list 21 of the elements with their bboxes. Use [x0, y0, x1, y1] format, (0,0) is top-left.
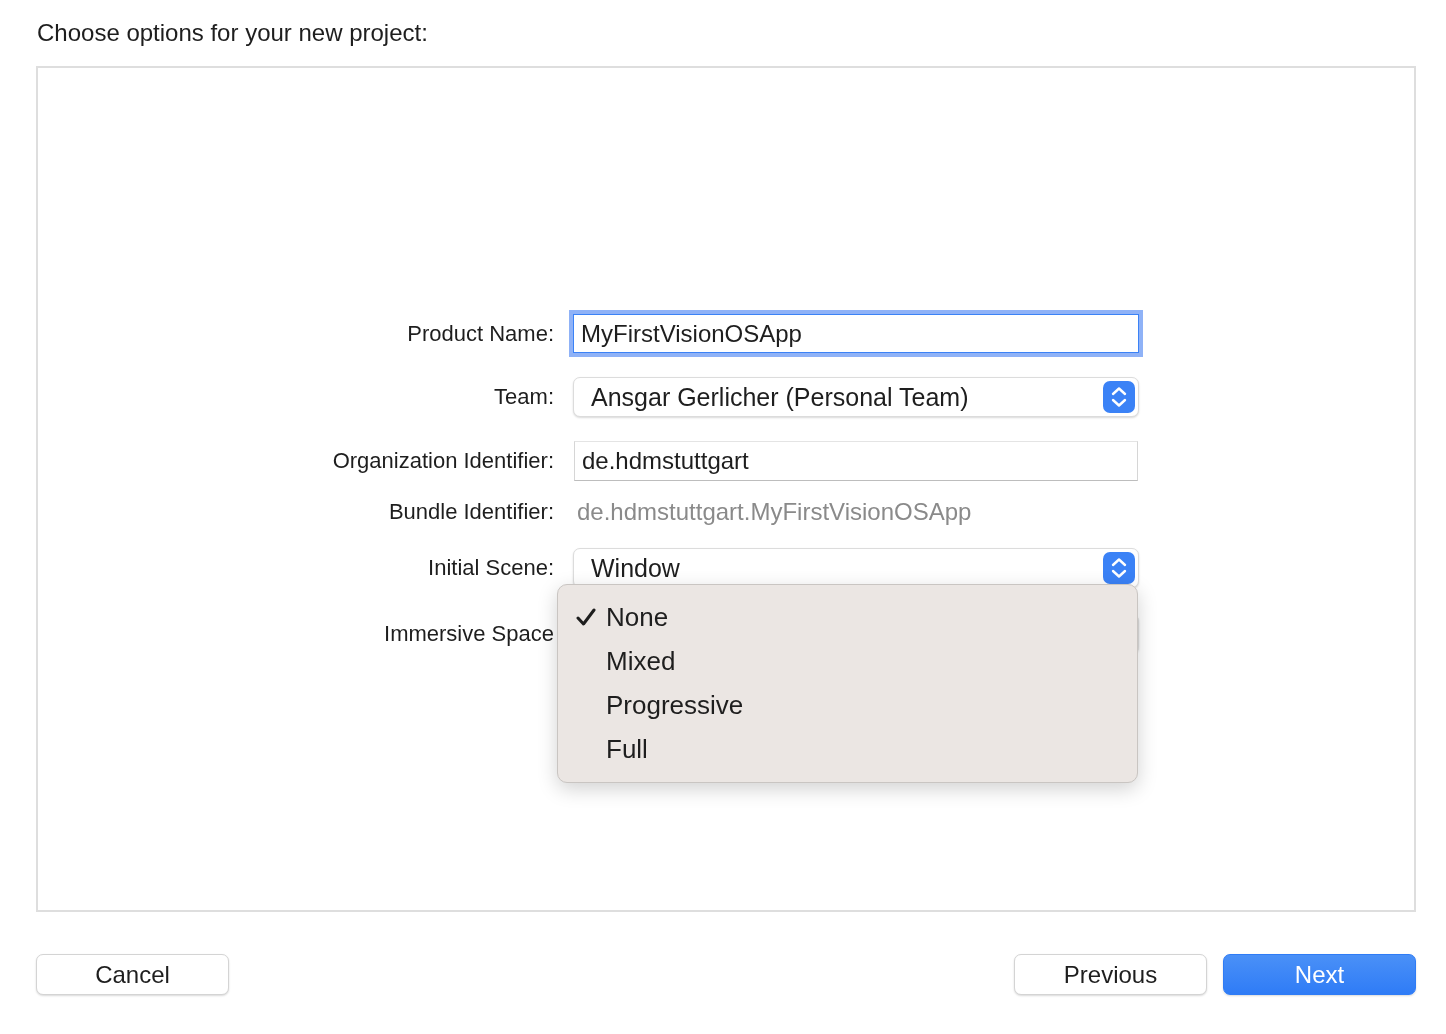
field-label: Team:: [493, 384, 554, 410]
menu-item[interactable]: Progressive: [558, 683, 1137, 727]
menu-item[interactable]: Mixed: [558, 639, 1137, 683]
field-label: Bundle Identifier:: [387, 499, 554, 525]
stepper-icon: [1103, 552, 1135, 584]
field-label: Product Name:: [406, 320, 554, 347]
dialog-title: Choose options for your new project:: [37, 18, 429, 48]
field-label: Organization Identifier:: [331, 448, 554, 474]
field-label: Immersive Space: [383, 621, 554, 647]
stepper-icon: [1103, 381, 1135, 413]
popup-button[interactable]: Ansgar Gerlicher (Personal Team): [573, 377, 1139, 417]
popup-button[interactable]: Window: [573, 548, 1139, 588]
bundle-identifier: de.hdmstuttgart.MyFirstVisionOSApp: [576, 497, 973, 527]
dialog-button[interactable]: Cancel: [36, 954, 229, 995]
dialog-button[interactable]: Previous: [1014, 954, 1207, 995]
next-button[interactable]: Next: [1223, 954, 1416, 995]
field-label: Initial Scene:: [427, 555, 554, 581]
menu-item[interactable]: Full: [558, 727, 1137, 771]
menu-item[interactable]: None: [558, 595, 1137, 639]
text-field[interactable]: de.hdmstuttgart: [574, 441, 1138, 481]
text-field[interactable]: MyFirstVisionOSApp: [569, 310, 1143, 357]
